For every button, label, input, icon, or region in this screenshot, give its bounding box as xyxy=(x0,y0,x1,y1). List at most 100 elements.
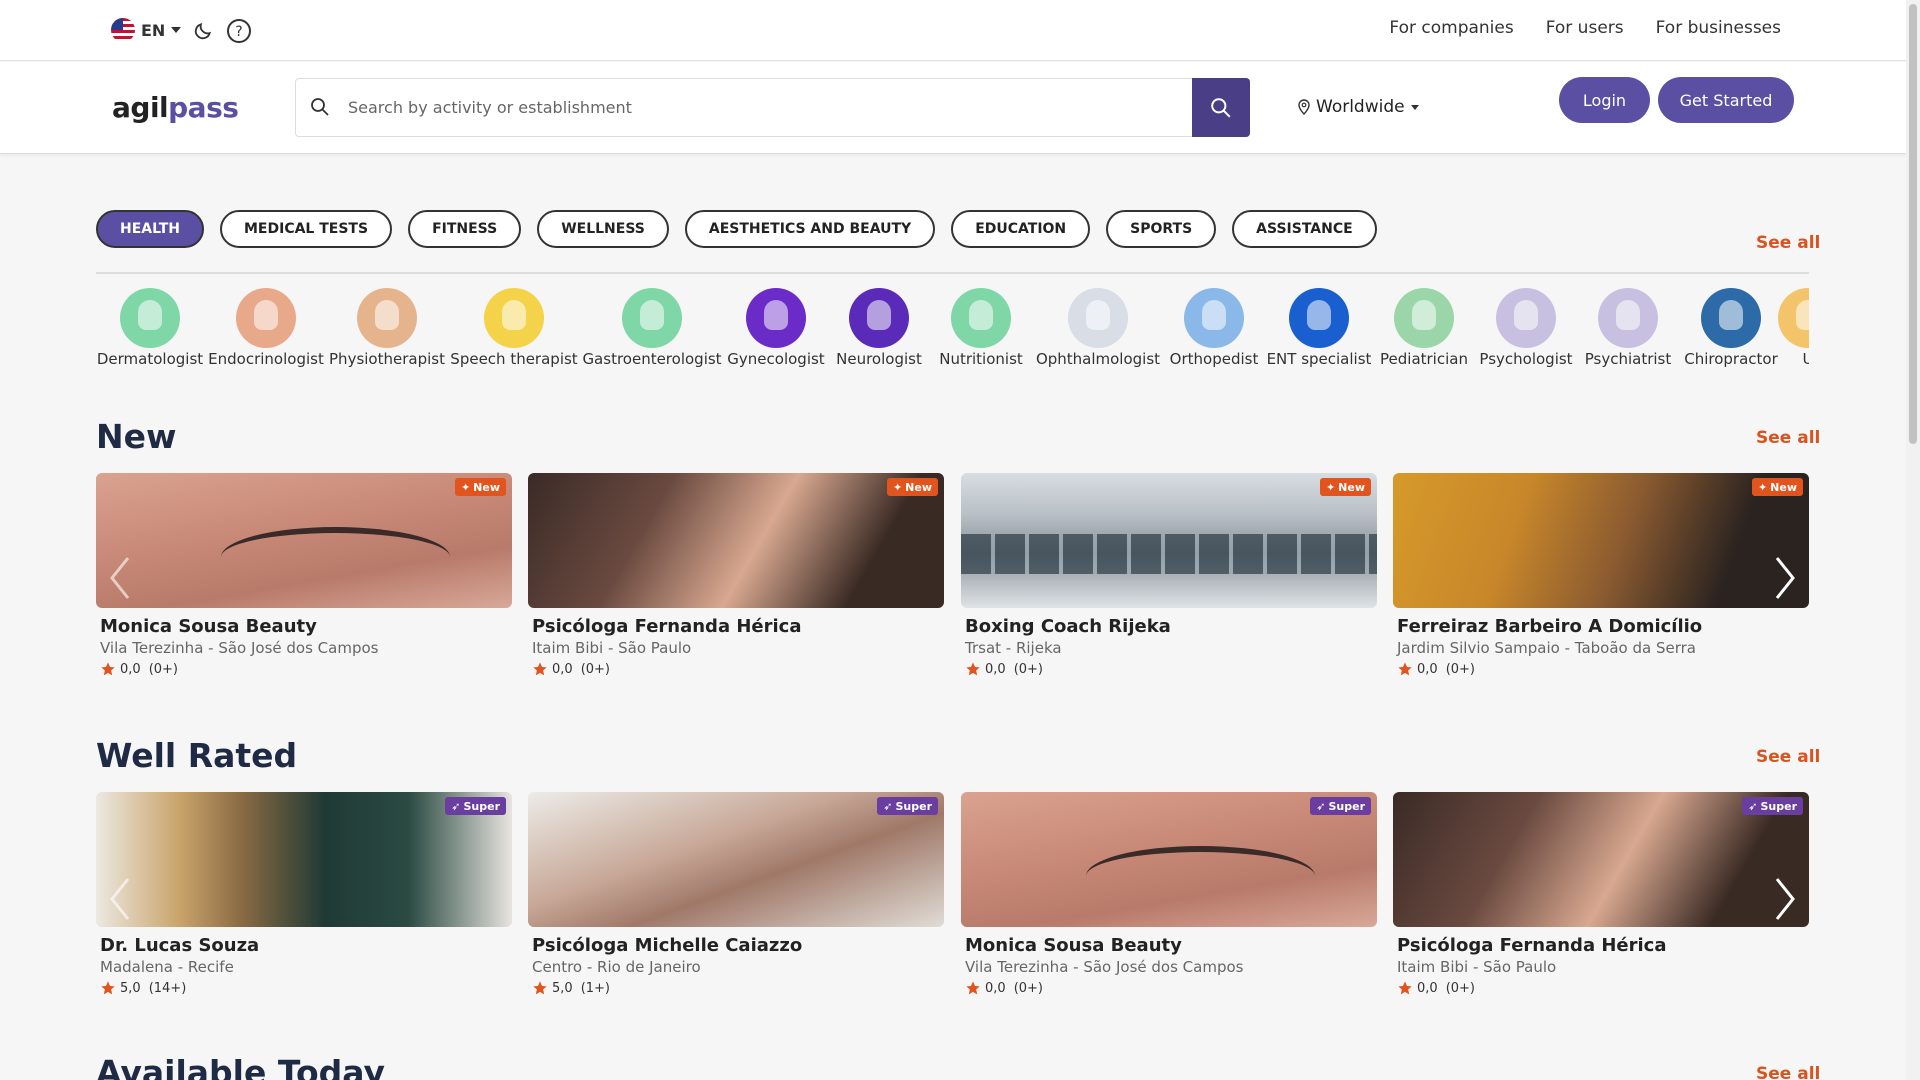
link-for-users[interactable]: For users xyxy=(1546,18,1624,38)
chevron-right-icon xyxy=(1775,557,1795,599)
specialty-illustration-icon xyxy=(1289,288,1349,348)
star-icon xyxy=(966,662,980,676)
main-header: agilpass Worldwide Login Get Started xyxy=(0,62,1906,154)
listing-image[interactable]: ➶ Super xyxy=(961,792,1377,927)
link-for-businesses[interactable]: For businesses xyxy=(1656,18,1781,38)
listing-image[interactable]: ✦ New xyxy=(96,473,512,608)
category-aesthetics-and-beauty[interactable]: AESTHETICS AND BEAUTY xyxy=(684,210,936,248)
category-education[interactable]: EDUCATION xyxy=(951,210,1091,248)
listing-image[interactable]: ✦ New xyxy=(961,473,1377,608)
listing-card[interactable]: ➶ Super Psicóloga Michelle Caiazzo Centro -… xyxy=(528,792,944,996)
new-see-all-link[interactable]: See all xyxy=(1756,428,1820,448)
login-button[interactable]: Login xyxy=(1559,77,1650,123)
star-icon xyxy=(101,981,115,995)
listing-image[interactable]: ✦ New xyxy=(1393,473,1809,608)
category-sports[interactable]: SPORTS xyxy=(1106,210,1217,248)
rating-score: 0,0 xyxy=(1417,661,1438,677)
location-label: Worldwide xyxy=(1316,97,1405,117)
search-button[interactable] xyxy=(1192,78,1250,137)
new-badge: ✦ New xyxy=(886,478,938,496)
listing-location: Centro - Rio de Janeiro xyxy=(532,958,701,976)
listing-location: Itaim Bibi - São Paulo xyxy=(1397,958,1557,976)
listing-name[interactable]: Psicóloga Fernanda Hérica xyxy=(1397,935,1809,956)
divider xyxy=(96,272,1809,274)
rating-count: (1+) xyxy=(580,980,610,996)
specialty-label: Physiotherapist xyxy=(329,350,445,368)
listing-card[interactable]: ✦ New Psicóloga Fernanda Hérica Itaim Bibi … xyxy=(528,473,944,677)
rating-count: (0+) xyxy=(1445,980,1475,996)
listing-card[interactable]: ➶ Super Psicóloga Fernanda Hérica Itaim Bib… xyxy=(1393,792,1809,996)
listing-card[interactable]: ✦ New Boxing Coach Rijeka Trsat - Rijeka 0,0… xyxy=(961,473,1377,677)
help-icon[interactable]: ? xyxy=(226,18,252,44)
listing-card[interactable]: ➶ Super Monica Sousa Beauty Vila Terezinha … xyxy=(961,792,1377,996)
category-fitness[interactable]: FITNESS xyxy=(408,210,522,248)
rating-count: (0+) xyxy=(148,661,178,677)
listing-card[interactable]: ✦ New Ferreiraz Barbeiro A Domicílio Jardim… xyxy=(1393,473,1809,677)
listing-rating: 5,0 (14+) xyxy=(100,980,512,996)
listing-rating: 0,0 (0+) xyxy=(1397,661,1809,677)
specialty-item[interactable]: U xyxy=(1738,288,1809,368)
search-input[interactable] xyxy=(348,79,1178,136)
specialty-illustration-icon xyxy=(1496,288,1556,348)
specialty-item[interactable]: Physiotherapist xyxy=(317,288,457,368)
rating-score: 0,0 xyxy=(552,661,573,677)
listing-name[interactable]: Dr. Lucas Souza xyxy=(100,935,512,956)
language-selector[interactable]: EN xyxy=(111,18,182,42)
category-assistance[interactable]: ASSISTANCE xyxy=(1232,210,1377,248)
category-wellness[interactable]: WELLNESS xyxy=(537,210,669,248)
listing-image[interactable]: ➶ Super xyxy=(528,792,944,927)
listing-location: Vila Terezinha - São José dos Campos xyxy=(965,958,1244,976)
category-health[interactable]: HEALTH xyxy=(96,210,204,248)
listing-image[interactable]: ➶ Super xyxy=(96,792,512,927)
specialty-label: Gastroenterologist xyxy=(582,350,722,368)
new-next-arrow[interactable] xyxy=(1770,553,1800,603)
specialty-item[interactable]: Endocrinologist xyxy=(196,288,336,368)
well-rated-prev-arrow[interactable] xyxy=(105,874,135,924)
well-rated-next-arrow[interactable] xyxy=(1770,874,1800,924)
listing-rating: 0,0 (0+) xyxy=(965,661,1377,677)
scrollbar-thumb[interactable] xyxy=(1909,4,1917,444)
super-badge: ➶ Super xyxy=(877,797,938,815)
specialty-illustration-icon xyxy=(746,288,806,348)
sparkle-icon: ✦ xyxy=(1325,480,1336,494)
page-scrollbar[interactable] xyxy=(1906,0,1920,1080)
listing-image[interactable]: ✦ New xyxy=(528,473,944,608)
specialty-illustration-icon xyxy=(120,288,180,348)
get-started-button[interactable]: Get Started xyxy=(1658,77,1794,123)
specialty-item[interactable]: Gastroenterologist xyxy=(582,288,722,368)
listing-name[interactable]: Monica Sousa Beauty xyxy=(100,616,512,637)
specialty-item[interactable]: Speech therapist xyxy=(444,288,584,368)
rating-score: 5,0 xyxy=(552,980,573,996)
new-prev-arrow[interactable] xyxy=(105,553,135,603)
logo[interactable]: agilpass xyxy=(112,91,239,124)
link-for-companies[interactable]: For companies xyxy=(1389,18,1513,38)
rocket-icon: ➶ xyxy=(451,799,461,813)
category-medical-tests[interactable]: MEDICAL TESTS xyxy=(220,210,393,248)
listing-name[interactable]: Monica Sousa Beauty xyxy=(965,935,1377,956)
rating-count: (0+) xyxy=(1013,661,1043,677)
section-title-available-today: Available Today xyxy=(96,1053,386,1080)
listing-rating: 0,0 (0+) xyxy=(100,661,512,677)
available-today-see-all-link[interactable]: See all xyxy=(1756,1064,1820,1080)
star-icon xyxy=(1398,662,1412,676)
location-selector[interactable]: Worldwide xyxy=(1298,97,1419,117)
category-pills: HEALTH MEDICAL TESTS FITNESS WELLNESS AE… xyxy=(96,210,1377,248)
listing-image[interactable]: ➶ Super xyxy=(1393,792,1809,927)
listing-name[interactable]: Ferreiraz Barbeiro A Domicílio xyxy=(1397,616,1809,637)
listing-card[interactable]: ✦ New Monica Sousa Beauty Vila Terezinha - … xyxy=(96,473,512,677)
section-title-new: New xyxy=(96,417,177,456)
categories-see-all-link[interactable]: See all xyxy=(1756,233,1820,253)
listing-rating: 0,0 (0+) xyxy=(1397,980,1809,996)
top-bar: EN ? For companies For users For busines… xyxy=(0,0,1906,61)
listing-name[interactable]: Boxing Coach Rijeka xyxy=(965,616,1377,637)
dark-mode-icon[interactable] xyxy=(190,18,216,44)
well-rated-see-all-link[interactable]: See all xyxy=(1756,747,1820,767)
rating-count: (0+) xyxy=(1013,980,1043,996)
listing-name[interactable]: Psicóloga Fernanda Hérica xyxy=(532,616,944,637)
specialty-illustration-icon xyxy=(357,288,417,348)
search-bar xyxy=(295,78,1250,137)
listing-name[interactable]: Psicóloga Michelle Caiazzo xyxy=(532,935,944,956)
chevron-down-icon xyxy=(1410,104,1419,110)
listing-card[interactable]: ➶ Super Dr. Lucas Souza Madalena - Recife 5,… xyxy=(96,792,512,996)
rocket-icon: ➶ xyxy=(1316,799,1326,813)
